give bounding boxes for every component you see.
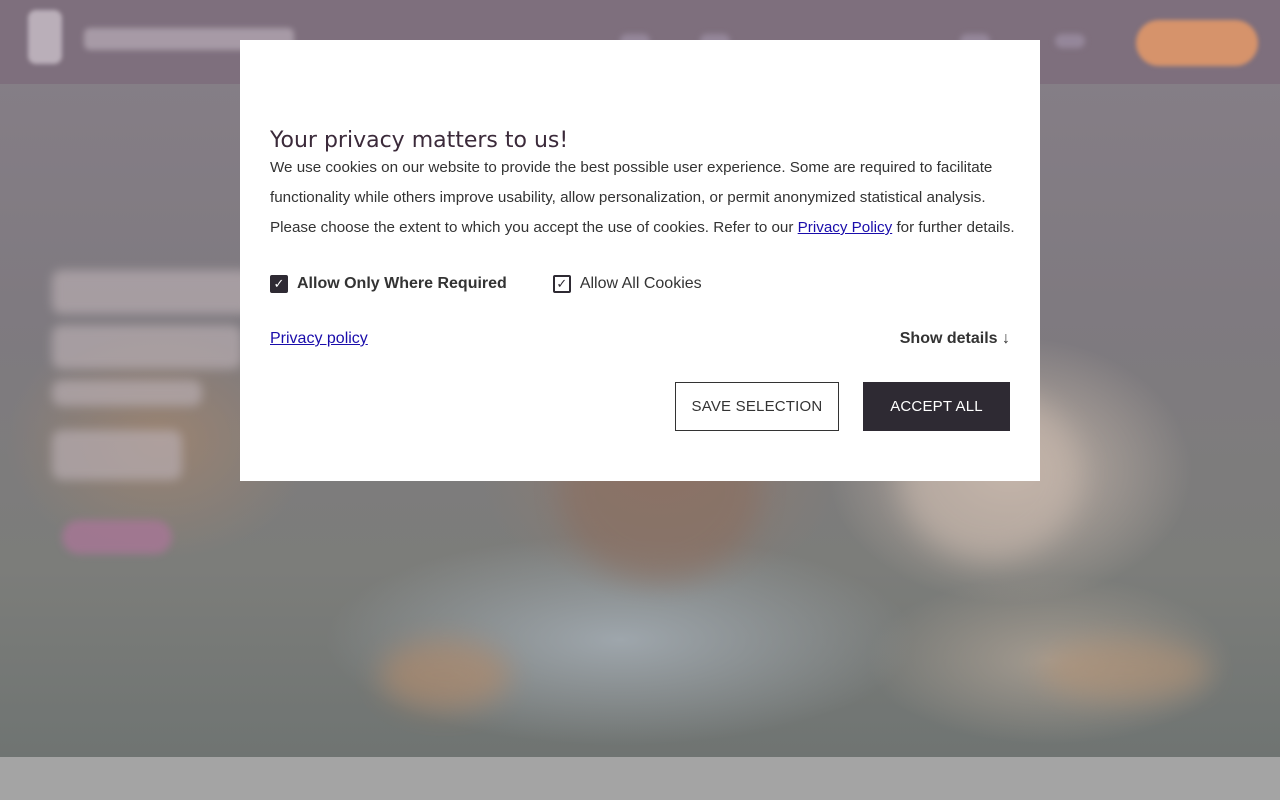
cookie-consent-dialog: Your privacy matters to us! We use cooki…	[240, 40, 1040, 481]
check-icon[interactable]: ✓	[552, 275, 571, 293]
check-icon[interactable]: ✓	[270, 275, 288, 293]
option-required-only[interactable]: ✓ Allow Only Where Required	[270, 275, 507, 293]
consent-options: ✓ Allow Only Where Required ✓ Allow All …	[270, 272, 748, 296]
search-icon	[1055, 34, 1085, 48]
accept-all-button[interactable]: ACCEPT ALL	[863, 382, 1010, 431]
save-selection-button[interactable]: SAVE SELECTION	[675, 382, 839, 431]
hero-button	[62, 520, 172, 554]
dialog-body: We use cookies on our website to provide…	[270, 153, 1015, 243]
hero-headline-line	[52, 270, 252, 314]
dialog-title: Your privacy matters to us!	[270, 128, 569, 153]
body-privacy-policy-link[interactable]: Privacy Policy	[798, 219, 893, 236]
dialog-body-tail: for further details.	[896, 219, 1015, 236]
hero-text-block	[52, 430, 182, 480]
hero-image-area	[380, 640, 510, 710]
header-cta-button	[1136, 20, 1258, 66]
privacy-policy-link[interactable]: Privacy policy	[270, 330, 368, 348]
show-details-toggle[interactable]: Show details ↓	[900, 330, 1010, 348]
hero-subline	[52, 380, 202, 406]
option-label: Allow Only Where Required	[297, 275, 507, 292]
site-logo-icon	[28, 10, 62, 64]
hero-image-area	[1040, 640, 1210, 700]
hero-headline-line	[52, 325, 242, 369]
option-allow-all[interactable]: ✓ Allow All Cookies	[552, 275, 702, 293]
page-bottom-bar	[0, 757, 1280, 800]
option-label: Allow All Cookies	[579, 275, 702, 292]
